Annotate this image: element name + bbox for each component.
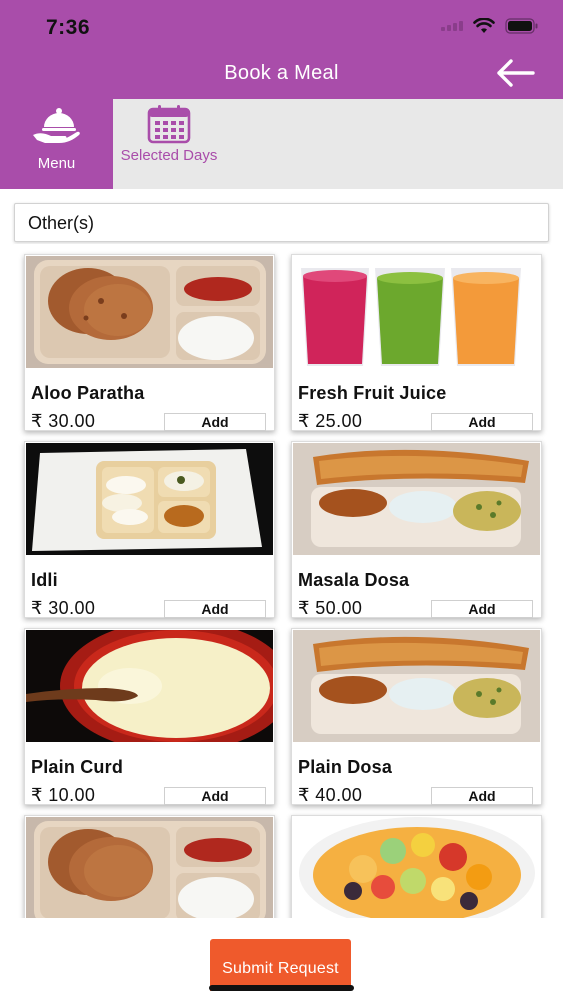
category-dropdown[interactable]: Other(s) — [14, 203, 549, 242]
submit-request-button[interactable]: Submit Request — [210, 939, 351, 991]
tab-selected-days-label: Selected Days — [120, 147, 218, 164]
fruit-salad-image — [293, 817, 540, 918]
add-button[interactable]: Add — [431, 413, 533, 431]
fruit-juice-image — [293, 256, 540, 368]
plain-dosa-image — [293, 630, 540, 742]
add-button[interactable]: Add — [164, 787, 266, 805]
serving-cloche-icon — [32, 108, 80, 143]
menu-item-fresh-fruit-juice[interactable]: Fresh Fruit Juice ₹ 25.00 Add — [291, 254, 542, 431]
item-name: Fresh Fruit Juice — [298, 383, 447, 403]
aloo-paratha-image — [26, 817, 273, 918]
add-button[interactable]: Add — [431, 600, 533, 618]
masala-dosa-image — [293, 443, 540, 555]
item-price: ₹ 30.00 — [31, 411, 96, 431]
item-price: ₹ 30.00 — [31, 598, 96, 618]
item-name: Plain Dosa — [298, 757, 393, 777]
plain-curd-image — [26, 630, 273, 742]
status-icons — [441, 18, 539, 34]
item-price: ₹ 50.00 — [298, 598, 363, 618]
add-button[interactable]: Add — [164, 600, 266, 618]
tab-menu[interactable]: Menu — [0, 99, 113, 189]
status-time: 7:36 — [46, 16, 91, 39]
item-price: ₹ 25.00 — [298, 411, 363, 431]
item-name: Masala Dosa — [298, 570, 410, 590]
aloo-paratha-image — [26, 256, 273, 368]
app-header: 7:36 Book a Meal — [0, 0, 563, 99]
tab-menu-label: Menu — [37, 155, 76, 172]
menu-grid: Aloo Paratha ₹ 30.00 Add Fresh Fruit Jui… — [14, 244, 549, 918]
menu-item-partial[interactable] — [24, 815, 275, 918]
idli-image — [26, 443, 273, 555]
item-price: ₹ 40.00 — [298, 785, 363, 805]
wifi-icon — [473, 18, 495, 33]
back-arrow-icon — [497, 59, 535, 87]
menu-item-partial[interactable] — [291, 815, 542, 918]
menu-item-idli[interactable]: Idli ₹ 30.00 Add — [24, 441, 275, 618]
item-price: ₹ 10.00 — [31, 785, 96, 805]
calendar-icon — [147, 105, 191, 144]
menu-item-plain-curd[interactable]: Plain Curd ₹ 10.00 Add — [24, 628, 275, 805]
page-title: Book a Meal — [224, 62, 339, 84]
menu-item-aloo-paratha[interactable]: Aloo Paratha ₹ 30.00 Add — [24, 254, 275, 431]
item-name: Plain Curd — [31, 757, 124, 777]
tab-bar: Menu Selected Days — [0, 99, 563, 189]
cellular-signal-icon — [441, 21, 463, 31]
back-button[interactable] — [495, 58, 535, 88]
item-name: Aloo Paratha — [31, 383, 145, 403]
menu-item-plain-dosa[interactable]: Plain Dosa ₹ 40.00 Add — [291, 628, 542, 805]
add-button[interactable]: Add — [164, 413, 266, 431]
menu-item-masala-dosa[interactable]: Masala Dosa ₹ 50.00 Add — [291, 441, 542, 618]
item-name: Idli — [31, 570, 58, 590]
home-indicator — [209, 985, 354, 991]
battery-icon — [505, 18, 538, 34]
tab-selected-days[interactable]: Selected Days — [113, 99, 225, 189]
add-button[interactable]: Add — [431, 787, 533, 805]
